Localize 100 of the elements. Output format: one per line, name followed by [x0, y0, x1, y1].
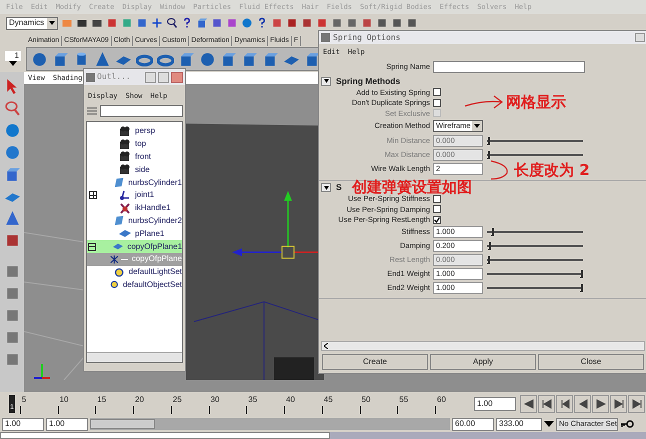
outliner-item[interactable]: defaultObjectSet	[87, 278, 182, 292]
slider-handle[interactable]	[488, 242, 491, 250]
filter-field[interactable]	[100, 105, 183, 117]
square-icon[interactable]	[136, 17, 148, 29]
minimize-button[interactable]	[635, 33, 645, 42]
horizontal-scrollbar[interactable]	[321, 341, 645, 351]
square-icon[interactable]	[226, 17, 238, 29]
square-icon[interactable]	[361, 17, 373, 29]
key-icon[interactable]	[620, 420, 634, 428]
outliner-item[interactable]: nurbsCylinder2	[87, 214, 182, 228]
sphere-icon[interactable]	[199, 50, 216, 68]
square-icon[interactable]	[316, 17, 328, 29]
section-toggle[interactable]	[321, 76, 331, 86]
slider-handle[interactable]	[490, 228, 494, 236]
outliner-item[interactable]: ikHandle1	[87, 202, 182, 215]
move-manipulator[interactable]	[232, 190, 320, 259]
cube-icon[interactable]	[241, 50, 258, 68]
dialog-button[interactable]: Create	[322, 354, 428, 370]
outliner-label: top	[135, 138, 146, 150]
checkbox[interactable]	[433, 98, 441, 107]
dropdown-arrow-icon[interactable]	[544, 421, 554, 427]
minimize-button[interactable]	[145, 72, 156, 82]
playback-icon[interactable]	[542, 399, 552, 409]
slider-track[interactable]	[487, 242, 583, 250]
plane-mesh-icon	[113, 241, 124, 252]
square-icon[interactable]	[286, 17, 298, 29]
shelf-menu-arrow-icon[interactable]	[9, 61, 17, 67]
outliner-item[interactable]: joint1	[87, 188, 182, 202]
range-slider[interactable]	[90, 418, 450, 430]
outliner-item[interactable]: top	[87, 138, 182, 151]
filter-icon[interactable]	[86, 105, 98, 117]
checkbox[interactable]	[433, 216, 441, 224]
sphere-icon[interactable]	[241, 17, 253, 29]
dialog-button[interactable]: Apply	[430, 354, 536, 370]
cube-icon[interactable]	[178, 50, 195, 68]
sphere-icon[interactable]	[4, 144, 20, 161]
sphere-icon[interactable]	[4, 122, 20, 139]
square-icon[interactable]	[301, 17, 313, 29]
expand-icon[interactable]	[89, 191, 97, 200]
close-button[interactable]	[171, 72, 183, 82]
playback-icon[interactable]	[560, 399, 570, 409]
scroll-left-icon[interactable]	[324, 343, 328, 349]
square-icon[interactable]	[376, 17, 388, 29]
square-icon[interactable]	[106, 17, 118, 29]
end-time-field[interactable]: 333.00	[496, 418, 542, 430]
slider-track[interactable]	[487, 270, 583, 278]
outliner-label: pPlane1	[135, 228, 164, 240]
outliner-item[interactable]: persp	[87, 125, 182, 138]
cube-icon[interactable]	[262, 50, 279, 68]
outliner-item[interactable]: front	[87, 150, 182, 164]
mode-dropdown[interactable]: Dynamics	[6, 16, 58, 30]
question-icon[interactable]	[181, 17, 193, 29]
outliner-item[interactable]: side	[87, 163, 182, 176]
square-icon[interactable]	[211, 17, 223, 29]
outliner-item[interactable]: defaultLightSet	[87, 266, 182, 279]
slider-track[interactable]	[487, 136, 583, 144]
checkbox[interactable]	[433, 88, 441, 96]
question-icon[interactable]	[256, 17, 268, 29]
checkbox[interactable]	[433, 194, 441, 203]
horizontal-scrollbar[interactable]	[87, 352, 182, 362]
current-time-field[interactable]: 1.00	[474, 397, 516, 411]
cube-icon[interactable]	[52, 50, 69, 68]
playback-start-field[interactable]: 1.00	[46, 418, 88, 430]
outliner-item[interactable]: pPlane1	[87, 227, 182, 240]
outliner-item[interactable]: copyOfpPlane1	[87, 240, 182, 253]
slider-handle[interactable]	[580, 270, 583, 278]
playback-icon[interactable]	[632, 399, 642, 409]
cube-icon[interactable]	[304, 50, 321, 68]
sphere-icon[interactable]	[31, 50, 48, 68]
dialog-button[interactable]: Close	[538, 354, 644, 370]
frame-tick-label: 20	[134, 394, 144, 406]
slider-track[interactable]	[487, 284, 583, 292]
command-line-field[interactable]	[0, 432, 330, 439]
square-icon[interactable]	[406, 17, 418, 29]
frame-tick-label: 50	[360, 394, 370, 406]
range-slider-handle[interactable]	[90, 419, 155, 429]
outliner-label: front	[135, 150, 152, 163]
slider-handle[interactable]	[580, 284, 583, 292]
square-icon[interactable]	[271, 17, 283, 29]
playback-icon[interactable]	[524, 399, 534, 409]
slider-track[interactable]	[487, 256, 583, 264]
cube-icon[interactable]	[196, 17, 208, 29]
cone-icon[interactable]	[4, 210, 20, 227]
plus-icon[interactable]	[151, 17, 163, 29]
playback-end-field[interactable]: 60.00	[452, 418, 494, 430]
square-icon[interactable]	[346, 17, 358, 29]
square-icon[interactable]	[331, 17, 343, 29]
maximize-button[interactable]	[158, 72, 169, 82]
set-icon	[110, 279, 119, 290]
slider-track[interactable]	[487, 150, 583, 158]
slider-track[interactable]	[487, 228, 583, 236]
cube-icon[interactable]	[220, 50, 237, 68]
spring-name-field[interactable]	[433, 61, 585, 73]
section-toggle[interactable]	[321, 183, 331, 192]
playback-icon[interactable]	[614, 399, 624, 409]
collapse-icon[interactable]	[88, 242, 96, 251]
checkbox[interactable]	[433, 205, 441, 214]
square-icon[interactable]	[391, 17, 403, 29]
start-time-field[interactable]: 1.00	[2, 418, 44, 430]
outliner-item[interactable]: nurbsCylinder1	[87, 176, 182, 189]
